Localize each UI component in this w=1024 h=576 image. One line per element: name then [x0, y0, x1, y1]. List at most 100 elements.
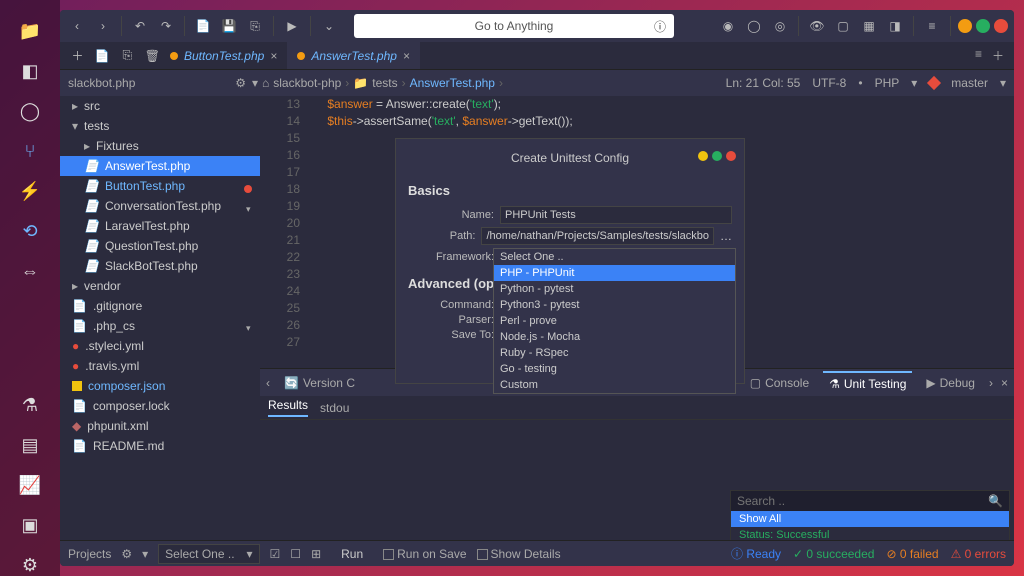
tab-console[interactable]: ▢ Console	[744, 372, 815, 394]
record-icon[interactable]: ◉	[717, 15, 739, 37]
panel-icon[interactable]: ◨	[884, 15, 906, 37]
dd-perl-prove[interactable]: Perl - prove	[494, 313, 735, 329]
bc-folder[interactable]: tests	[372, 76, 397, 90]
add-tab-right-icon[interactable]: ＋	[992, 47, 1004, 64]
trash-icon[interactable]: 🗑	[145, 45, 160, 67]
target-icon[interactable]: ◎	[769, 15, 791, 37]
tree-file-composerjson[interactable]: composer.json	[60, 376, 260, 396]
goto-anything-input[interactable]: Go to Anything ⓘ	[354, 14, 674, 38]
gear-icon[interactable]: ⚙	[121, 547, 132, 561]
nav-left-icon[interactable]: ‹	[266, 376, 270, 390]
box-icon[interactable]: ☐	[290, 547, 301, 561]
tree-folder-fixtures[interactable]: ▸Fixtures	[60, 136, 260, 156]
tab-version-control[interactable]: 🔄 Version C	[278, 372, 361, 394]
stdout-tab[interactable]: stdou	[320, 401, 349, 415]
git-branch[interactable]: master	[951, 76, 988, 90]
stop-icon[interactable]: ◯	[743, 15, 765, 37]
nav-right-icon[interactable]: ›	[989, 376, 993, 390]
flask-icon[interactable]: ⚗	[19, 394, 41, 416]
projects-label[interactable]: Projects	[68, 547, 111, 561]
folder-icon[interactable]: 📁	[19, 20, 41, 42]
tree-file-readme[interactable]: 📄README.md	[60, 436, 260, 456]
tree-file-slackbottest[interactable]: 📄SlackBotTest.php	[60, 256, 260, 276]
menu-icon[interactable]: ≡	[921, 15, 943, 37]
minimize-dialog-icon[interactable]	[698, 151, 708, 161]
dd-nodejs-mocha[interactable]: Node.js - Mocha	[494, 329, 735, 345]
run-button[interactable]: Run	[331, 545, 373, 563]
results-tab[interactable]: Results	[268, 398, 308, 417]
path-input[interactable]: /home/nathan/Projects/Samples/tests/slac…	[481, 227, 714, 245]
db-icon[interactable]: ▤	[19, 434, 41, 456]
dd-ruby-rspec[interactable]: Ruby - RSpec	[494, 345, 735, 361]
encoding[interactable]: UTF-8	[812, 76, 846, 90]
grid-icon[interactable]: ▦	[858, 15, 880, 37]
maximize-icon[interactable]	[976, 19, 990, 33]
tree-file-laraveltest[interactable]: 📄LaravelTest.php	[60, 216, 260, 236]
home-icon[interactable]: ⌂	[262, 76, 269, 90]
back-button[interactable]: ‹	[66, 15, 88, 37]
close-tab-icon[interactable]: ×	[403, 49, 410, 63]
flash-icon[interactable]: ⚡	[19, 180, 41, 202]
tree-file-phpunit[interactable]: ◆phpunit.xml	[60, 416, 260, 436]
tree-folder-src[interactable]: ▸src	[60, 96, 260, 116]
tab-answertest[interactable]: AnswerTest.php ×	[287, 42, 420, 69]
search-icon[interactable]: 🔍	[988, 494, 1003, 508]
tree-file-gitignore[interactable]: 📄.gitignore	[60, 296, 260, 316]
tree-file-questiontest[interactable]: 📄QuestionTest.php	[60, 236, 260, 256]
terminal-icon[interactable]: ▣	[19, 514, 41, 536]
redo-button[interactable]: ↷	[155, 15, 177, 37]
check-icon[interactable]: ☑	[270, 547, 281, 561]
tree-file-conversationtest[interactable]: 📄ConversationTest.php	[60, 196, 260, 216]
minimize-icon[interactable]	[958, 19, 972, 33]
close-window-icon[interactable]	[994, 19, 1008, 33]
add-tab-button[interactable]: ＋	[70, 45, 85, 67]
branch-icon[interactable]: ⑂	[19, 140, 41, 162]
close-dialog-icon[interactable]	[726, 151, 736, 161]
undo-button[interactable]: ↶	[129, 15, 151, 37]
tree-folder-tests[interactable]: ▾tests	[60, 116, 260, 136]
save-all-button[interactable]: ⎘	[244, 15, 266, 37]
tab-debug[interactable]: ▶ Debug	[920, 372, 981, 394]
bc-file[interactable]: AnswerTest.php	[410, 76, 495, 90]
share-icon[interactable]: ⇔	[19, 260, 41, 282]
list-tabs-icon[interactable]: ≡	[975, 47, 982, 64]
copy-icon[interactable]: ⎘	[120, 45, 135, 67]
tree-file-phpcs[interactable]: 📄.php_cs	[60, 316, 260, 336]
filter-show-all[interactable]: Show All	[731, 511, 1009, 527]
browse-button[interactable]: …	[720, 229, 732, 243]
dd-go-testing[interactable]: Go - testing	[494, 361, 735, 377]
tree-file-composerlock[interactable]: 📄composer.lock	[60, 396, 260, 416]
new-file-button[interactable]: 📄	[192, 15, 214, 37]
tab-buttontest[interactable]: ButtonTest.php ×	[160, 42, 287, 69]
tree-folder-vendor[interactable]: ▸vendor	[60, 276, 260, 296]
sync-icon[interactable]: ⟲	[19, 220, 41, 242]
box-icon[interactable]: ▢	[832, 15, 854, 37]
run-on-save-checkbox[interactable]: Run on Save	[383, 547, 466, 561]
dropdown-button[interactable]: ⌄	[318, 15, 340, 37]
cogs-icon[interactable]: ⚙	[19, 554, 41, 576]
dd-select-one[interactable]: Select One ..	[494, 249, 735, 265]
breakpoint-icon[interactable]	[244, 185, 252, 193]
dd-python3-pytest[interactable]: Python3 - pytest	[494, 297, 735, 313]
dd-custom[interactable]: Custom	[494, 377, 735, 393]
tab-unit-testing[interactable]: ⚗ Unit Testing	[823, 371, 912, 395]
close-panel-icon[interactable]: ×	[1001, 376, 1008, 390]
tree-file-answertest[interactable]: 📄AnswerTest.php	[60, 156, 260, 176]
language-mode[interactable]: PHP	[875, 76, 900, 90]
bc-root[interactable]: slackbot-php	[273, 76, 341, 90]
app-icon[interactable]: ◧	[19, 60, 41, 82]
search-input[interactable]	[737, 494, 988, 508]
tree-file-styleci[interactable]: ●.styleci.yml	[60, 336, 260, 356]
fold-arrow-icon[interactable]: ▾	[246, 320, 251, 337]
gear-icon[interactable]: ⚙	[235, 76, 246, 90]
dd-php-phpunit[interactable]: PHP - PHPUnit	[494, 265, 735, 281]
close-tab-icon[interactable]: ×	[270, 49, 277, 63]
name-input[interactable]: PHPUnit Tests	[500, 206, 732, 224]
circle-icon[interactable]: ◯	[19, 100, 41, 122]
config-select[interactable]: Select One ..	[158, 544, 259, 564]
fold-arrow-icon[interactable]: ▾	[246, 201, 251, 218]
filter-successful[interactable]: Status: Successful	[731, 527, 1009, 540]
save-button[interactable]: 💾	[218, 15, 240, 37]
maximize-dialog-icon[interactable]	[712, 151, 722, 161]
chart-icon[interactable]: 📈	[19, 474, 41, 496]
